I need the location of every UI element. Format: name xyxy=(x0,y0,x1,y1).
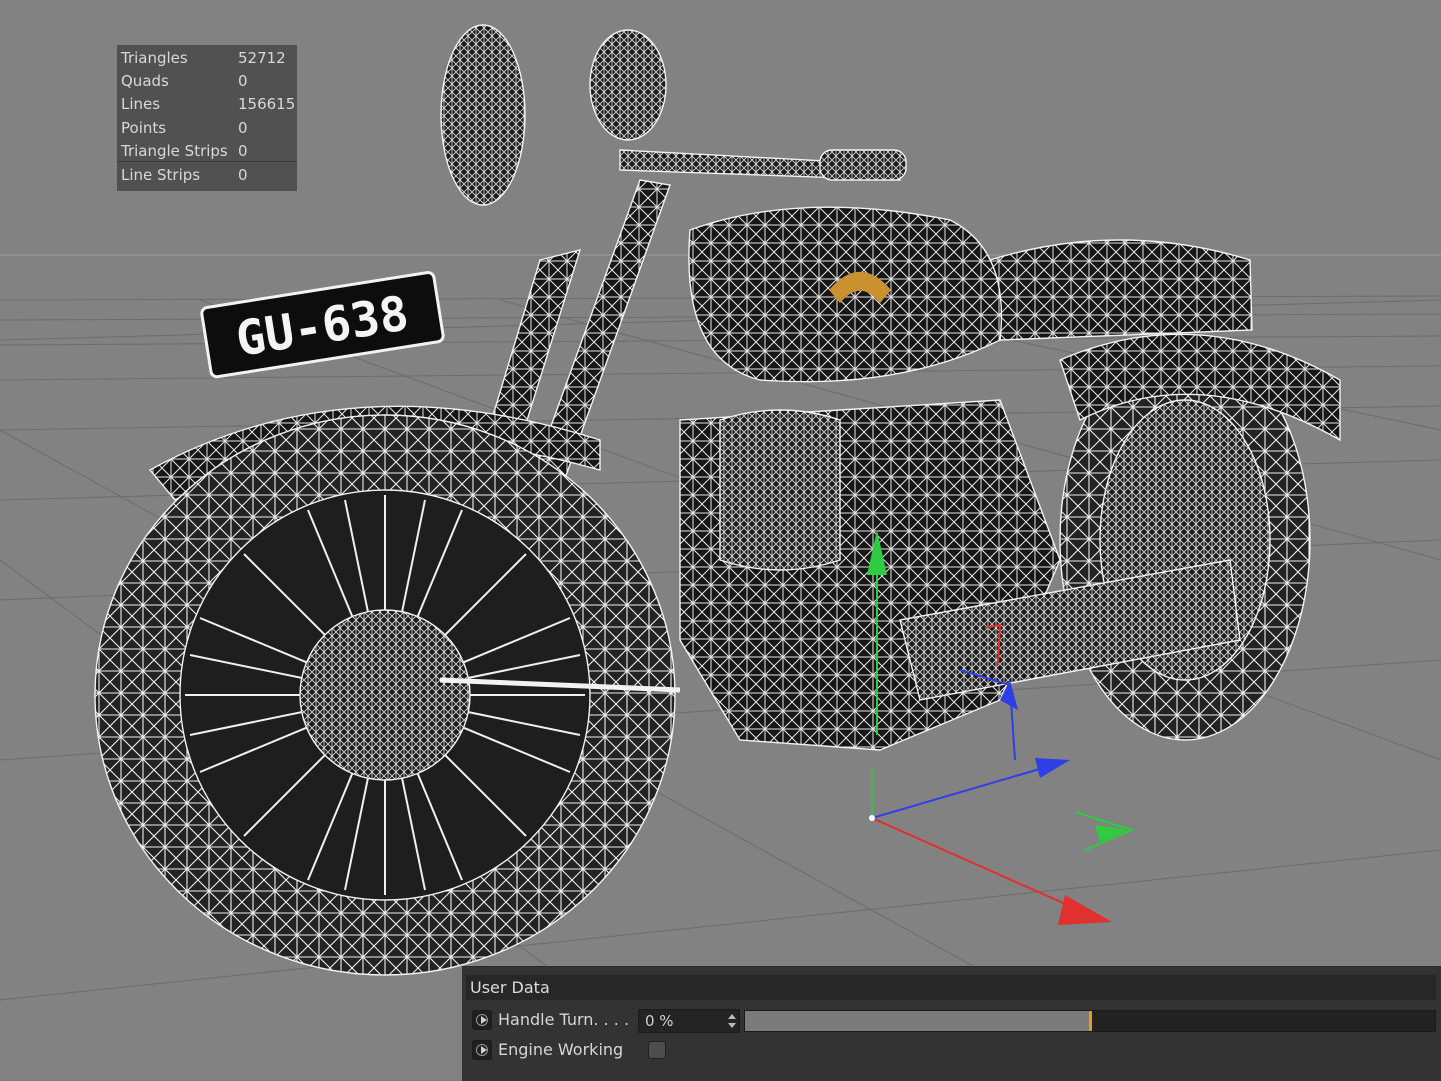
stat-points: Points 0 xyxy=(121,119,248,137)
user-data-header: User Data xyxy=(466,975,1436,1000)
animation-keyframe-icon[interactable] xyxy=(472,1010,492,1030)
spin-arrows-icon[interactable] xyxy=(728,1014,736,1028)
handle-turn-input[interactable]: 0 % xyxy=(638,1009,740,1033)
license-plate: GU-638 xyxy=(200,271,445,379)
stat-lines: Lines 156615 xyxy=(121,95,296,113)
engine-working-row: Engine Working xyxy=(470,1037,1436,1063)
animation-keyframe-icon[interactable] xyxy=(472,1040,492,1060)
world-axis-gizmo xyxy=(869,758,1135,925)
stat-triangles: Triangles 52712 xyxy=(121,49,286,67)
handle-turn-row: Handle Turn. . . . 0 % xyxy=(470,1007,1436,1033)
user-data-panel: User Data Handle Turn. . . . 0 % Engine … xyxy=(462,966,1441,1081)
scene-statistics-panel: Triangles 52712 Quads 0 Lines 156615 Poi… xyxy=(117,45,297,191)
handle-turn-value: 0 % xyxy=(645,1012,674,1030)
handle-turn-slider-marker[interactable] xyxy=(1089,1011,1092,1031)
stat-line-strips: Line Strips 0 xyxy=(121,166,248,184)
handle-turn-slider-fill xyxy=(745,1011,1090,1031)
engine-working-checkbox[interactable] xyxy=(648,1041,666,1059)
stat-quads: Quads 0 xyxy=(121,72,248,90)
stat-triangle-strips: Triangle Strips 0 xyxy=(121,142,248,160)
handle-turn-slider[interactable] xyxy=(744,1010,1436,1032)
stats-divider xyxy=(117,161,297,162)
user-data-title: User Data xyxy=(470,978,550,997)
3d-viewport[interactable]: GU-638 Triangles 52712 Quads 0 Lines 156… xyxy=(0,0,1441,1080)
handle-turn-label: Handle Turn. . . . xyxy=(498,1010,630,1029)
engine-working-label: Engine Working xyxy=(498,1040,624,1059)
